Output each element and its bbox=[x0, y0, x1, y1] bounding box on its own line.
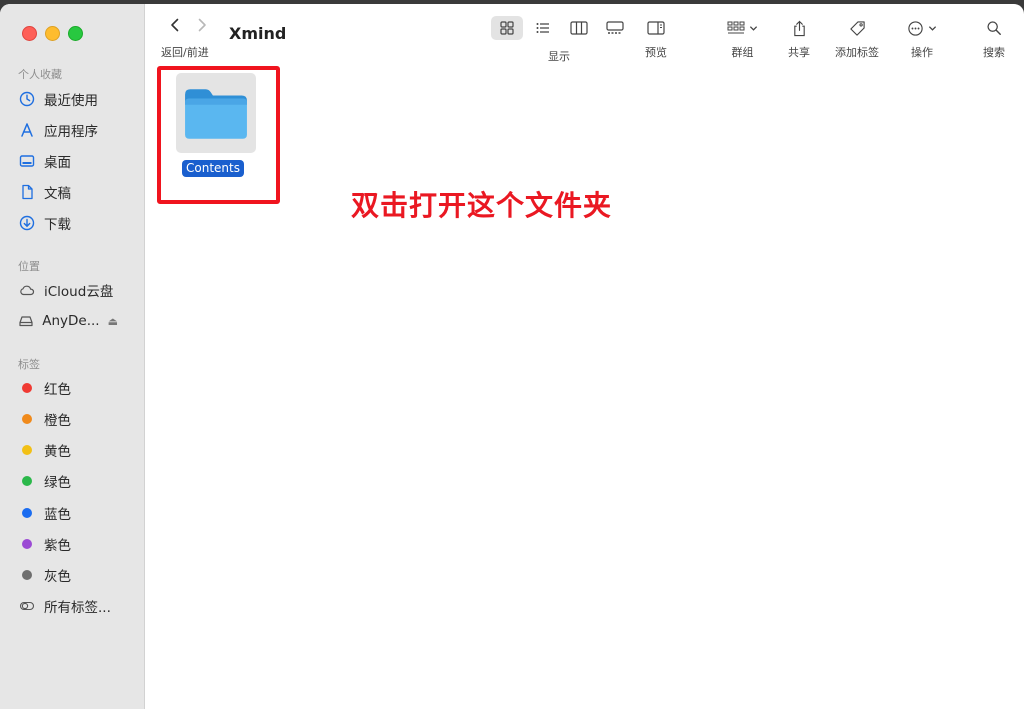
favorites-section-title: 个人收藏 bbox=[18, 68, 62, 81]
tags-section-title: 标签 bbox=[18, 358, 40, 371]
add-tag-label: 添加标签 bbox=[835, 46, 879, 59]
sidebar-item-label: 红色 bbox=[44, 382, 71, 398]
all-tags-icon bbox=[18, 597, 36, 615]
action-label: 操作 bbox=[911, 46, 933, 59]
sidebar-item-downloads[interactable]: 下载 bbox=[18, 212, 138, 234]
chevron-down-icon bbox=[749, 25, 758, 31]
search-label: 搜索 bbox=[983, 46, 1005, 59]
gallery-view-button[interactable] bbox=[599, 16, 631, 40]
sidebar-item-label: 文稿 bbox=[44, 186, 71, 202]
sidebar-item-label: 黄色 bbox=[44, 444, 71, 460]
sidebar-item-label: 最近使用 bbox=[44, 93, 98, 109]
preview-button[interactable]: 预览 bbox=[645, 4, 667, 66]
sidebar: 个人收藏 最近使用 应用程序 桌面 文稿 下载 位置 iCloud云盘 AnyD… bbox=[0, 4, 145, 709]
group-button[interactable]: 群组 bbox=[727, 4, 758, 66]
view-label: 显示 bbox=[548, 50, 570, 63]
sidebar-item-tag-blue[interactable]: 蓝色 bbox=[18, 502, 138, 524]
preview-label: 预览 bbox=[645, 46, 667, 59]
sidebar-item-label: 紫色 bbox=[44, 538, 71, 554]
sidebar-item-applications[interactable]: 应用程序 bbox=[18, 119, 138, 141]
share-button[interactable]: 共享 bbox=[788, 4, 810, 66]
column-view-button[interactable] bbox=[563, 16, 595, 40]
forward-button[interactable] bbox=[192, 17, 212, 37]
download-icon bbox=[18, 214, 36, 232]
nav-caption: 返回/前进 bbox=[161, 46, 209, 59]
list-icon bbox=[536, 23, 549, 33]
tag-dot-icon bbox=[22, 383, 32, 393]
sidebar-item-label: 橙色 bbox=[44, 413, 71, 429]
eject-icon[interactable]: ⏏ bbox=[108, 315, 118, 328]
ellipsis-circle-icon bbox=[907, 16, 937, 40]
zoom-button[interactable] bbox=[68, 26, 83, 41]
tag-dot-icon bbox=[22, 414, 32, 424]
view-mode-group bbox=[491, 16, 631, 40]
cloud-icon bbox=[18, 281, 36, 299]
sidebar-item-tag-yellow[interactable]: 黄色 bbox=[18, 439, 138, 461]
back-button[interactable] bbox=[165, 17, 185, 37]
locations-section-title: 位置 bbox=[18, 260, 40, 273]
sidebar-item-label: 下载 bbox=[44, 217, 71, 233]
chevron-down-icon bbox=[928, 25, 937, 31]
window-controls bbox=[22, 26, 83, 41]
sidebar-item-label: 绿色 bbox=[44, 475, 71, 491]
sidebar-item-tag-orange[interactable]: 橙色 bbox=[18, 408, 138, 430]
folder-item-contents[interactable] bbox=[176, 73, 256, 153]
drive-icon bbox=[18, 312, 34, 330]
tag-dot-icon bbox=[22, 539, 32, 549]
sidebar-item-documents[interactable]: 文稿 bbox=[18, 181, 138, 203]
desktop-icon bbox=[18, 152, 36, 170]
tag-dot-icon bbox=[22, 570, 32, 580]
sidebar-item-all-tags[interactable]: 所有标签... bbox=[18, 595, 138, 617]
minimize-button[interactable] bbox=[45, 26, 60, 41]
tag-icon bbox=[849, 16, 866, 40]
applications-icon bbox=[18, 121, 36, 139]
sidebar-item-label: AnyDe... bbox=[42, 313, 100, 329]
sidebar-item-icloud[interactable]: iCloud云盘 bbox=[18, 279, 138, 301]
group-icon bbox=[727, 16, 758, 40]
preview-icon bbox=[647, 16, 665, 40]
sidebar-item-label: 所有标签... bbox=[44, 600, 111, 616]
sidebar-item-tag-purple[interactable]: 紫色 bbox=[18, 533, 138, 555]
share-label: 共享 bbox=[788, 46, 810, 59]
icon-view-button[interactable] bbox=[491, 16, 523, 40]
add-tag-button[interactable]: 添加标签 bbox=[835, 4, 879, 66]
group-label: 群组 bbox=[731, 46, 754, 59]
tag-dot-icon bbox=[22, 508, 32, 518]
document-icon bbox=[18, 183, 36, 201]
tag-dot-icon bbox=[22, 476, 32, 486]
grid-icon bbox=[500, 21, 514, 35]
annotation-text: 双击打开这个文件夹 bbox=[351, 189, 613, 222]
sidebar-item-recents[interactable]: 最近使用 bbox=[18, 88, 138, 110]
columns-icon bbox=[570, 21, 588, 35]
sidebar-item-label: 应用程序 bbox=[44, 124, 98, 140]
share-icon bbox=[792, 16, 807, 40]
sidebar-item-tag-red[interactable]: 红色 bbox=[18, 377, 138, 399]
gallery-icon bbox=[606, 21, 624, 34]
search-icon bbox=[986, 16, 1002, 40]
sidebar-item-anydesk-volume[interactable]: AnyDe... ⏏ bbox=[18, 310, 138, 332]
search-button[interactable]: 搜索 bbox=[983, 4, 1005, 66]
sidebar-item-label: 蓝色 bbox=[44, 507, 71, 523]
sidebar-item-label: 桌面 bbox=[44, 155, 71, 171]
sidebar-item-tag-gray[interactable]: 灰色 bbox=[18, 564, 138, 586]
folder-icon bbox=[185, 89, 247, 139]
action-button[interactable]: 操作 bbox=[907, 4, 937, 66]
sidebar-item-desktop[interactable]: 桌面 bbox=[18, 150, 138, 172]
tag-dot-icon bbox=[22, 445, 32, 455]
close-button[interactable] bbox=[22, 26, 37, 41]
window-title: Xmind bbox=[229, 24, 287, 43]
finder-window: 个人收藏 最近使用 应用程序 桌面 文稿 下载 位置 iCloud云盘 AnyD… bbox=[0, 4, 1024, 709]
file-browser-content: Contents 双击打开这个文件夹 bbox=[145, 66, 1024, 709]
sidebar-item-tag-green[interactable]: 绿色 bbox=[18, 470, 138, 492]
sidebar-item-label: iCloud云盘 bbox=[44, 284, 114, 300]
toolbar: 返回/前进 Xmind 显示 预览 群组 共享 添加标签 操作 搜索 bbox=[145, 4, 1024, 66]
folder-name-label[interactable]: Contents bbox=[182, 160, 244, 177]
list-view-button[interactable] bbox=[527, 16, 559, 40]
clock-icon bbox=[18, 90, 36, 108]
sidebar-item-label: 灰色 bbox=[44, 569, 71, 585]
